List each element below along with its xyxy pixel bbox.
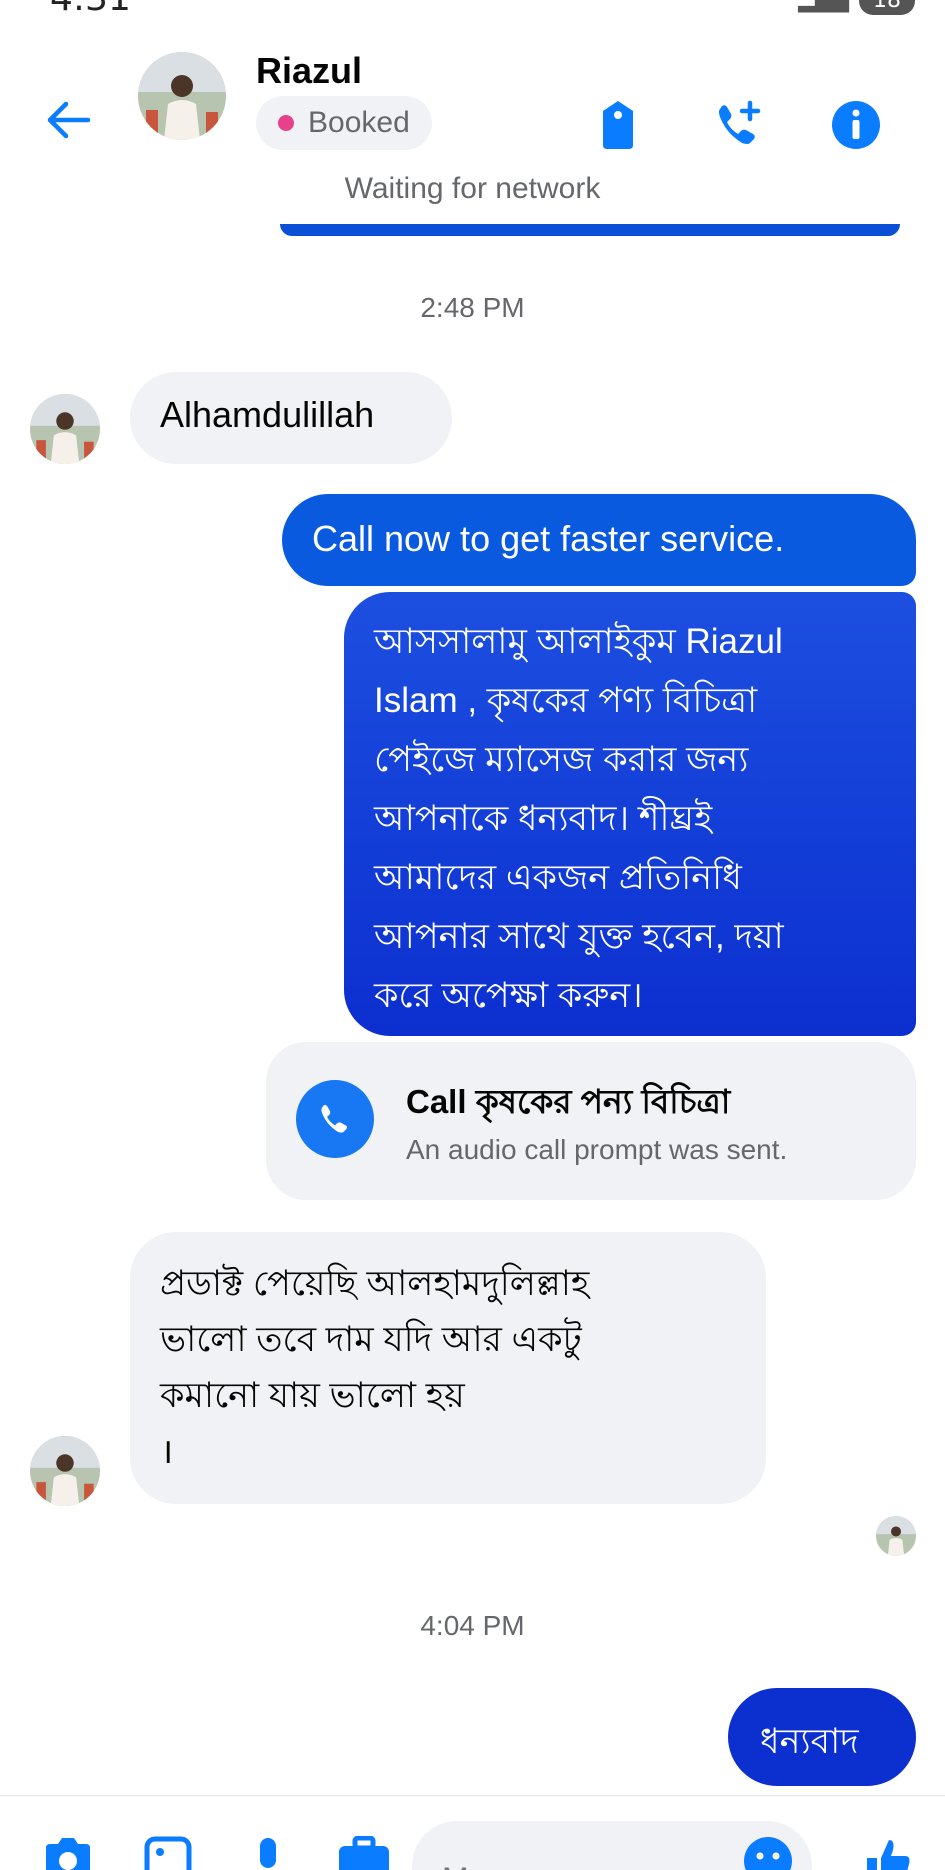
greeting-line: আসসালামু আলাইকুম Riazul [374,622,783,661]
label-text: Booked [308,106,410,139]
thumbs-up-icon [867,1840,910,1870]
product-line: কমানো যায় ভালো হয় [160,1376,465,1415]
label-dot [278,115,294,131]
label-chip[interactable]: Booked [256,96,432,150]
greeting-line: করে অপেক্ষা করুন। [374,976,643,1015]
signal-icon: ▂▄▆ [798,0,849,13]
message-bubble-incoming[interactable]: Alhamdulillah [130,372,452,464]
info-button[interactable] [826,95,886,155]
contact-avatar[interactable] [138,52,226,140]
info-icon [832,101,880,149]
message-bubble-outgoing-thanks[interactable]: ধন্যবাদ [728,1688,916,1786]
add-call-button[interactable] [708,95,768,155]
sender-avatar[interactable] [30,394,100,464]
briefcase-icon [339,1836,389,1870]
product-line: প্রডাক্ট পেয়েছি আলহামদুলিল্লাহ [160,1264,590,1303]
sender-avatar[interactable] [30,1436,100,1506]
emoji-icon [744,1837,792,1870]
read-receipt-avatar [876,1516,916,1556]
arrow-left-icon [47,101,91,139]
add-call-icon [719,100,761,144]
status-bar: 4:31 ▂▄▆ 18 [0,0,945,22]
product-line: । [160,1432,174,1471]
status-time: 4:31 [50,0,131,19]
timestamp: 2:48 PM [420,292,525,323]
back-button[interactable] [38,90,98,150]
tag-icon [603,101,633,149]
gallery-button[interactable] [140,1836,196,1870]
timestamp: 4:04 PM [420,1610,525,1641]
emoji-button[interactable] [740,1836,796,1870]
camera-icon [46,1838,90,1870]
call-prompt-card[interactable]: Call কৃষকের পন্য বিচিত্রা An audio call … [266,1042,916,1200]
greeting-line: Islam , কৃষকের পণ্য বিচিত্রা [374,681,758,720]
battery-badge: 18 [859,0,915,15]
product-line: ভালো তবে দাম যদি আর একটু [160,1320,582,1359]
greeting-line: পেইজে ম্যাসেজ করার জন্য [374,740,749,779]
status-icons: ▂▄▆ 18 [798,0,915,15]
message-bubble-outgoing[interactable]: Call now to get faster service. [282,494,916,586]
phone-icon [321,1104,347,1133]
network-status: Waiting for network [344,172,601,205]
greeting-line: আমাদের একজন প্রতিনিধি [374,858,742,897]
message-bubble-incoming-product[interactable]: প্রডাক্ট পেয়েছি আলহামদুলিল্লাহ ভালো তবে… [130,1232,766,1504]
call-subtitle: An audio call prompt was sent. [406,1134,788,1165]
call-button[interactable] [296,1080,374,1158]
call-title: Call কৃষকের পন্য বিচিত্রা [406,1083,731,1120]
tag-button[interactable] [588,95,648,155]
contact-name[interactable]: Riazul [256,50,362,92]
mic-button[interactable] [240,1836,296,1870]
mic-icon [260,1838,276,1868]
like-button[interactable] [860,1836,916,1870]
gallery-icon [144,1836,192,1870]
greeting-line: আপনার সাথে যুক্ত হবেন, দয়া [374,917,784,956]
message-composer [0,1795,945,1870]
message-bubble-outgoing-greeting[interactable]: আসসালামু আলাইকুম Riazul Islam , কৃষকের প… [344,592,916,1036]
chat-header: Riazul Booked [0,40,945,190]
camera-button[interactable] [40,1836,96,1870]
network-progress-bar [280,224,900,236]
briefcase-button[interactable] [336,1836,392,1870]
greeting-line: আপনাকে ধন্যবাদ। শীঘ্রই [374,799,713,838]
